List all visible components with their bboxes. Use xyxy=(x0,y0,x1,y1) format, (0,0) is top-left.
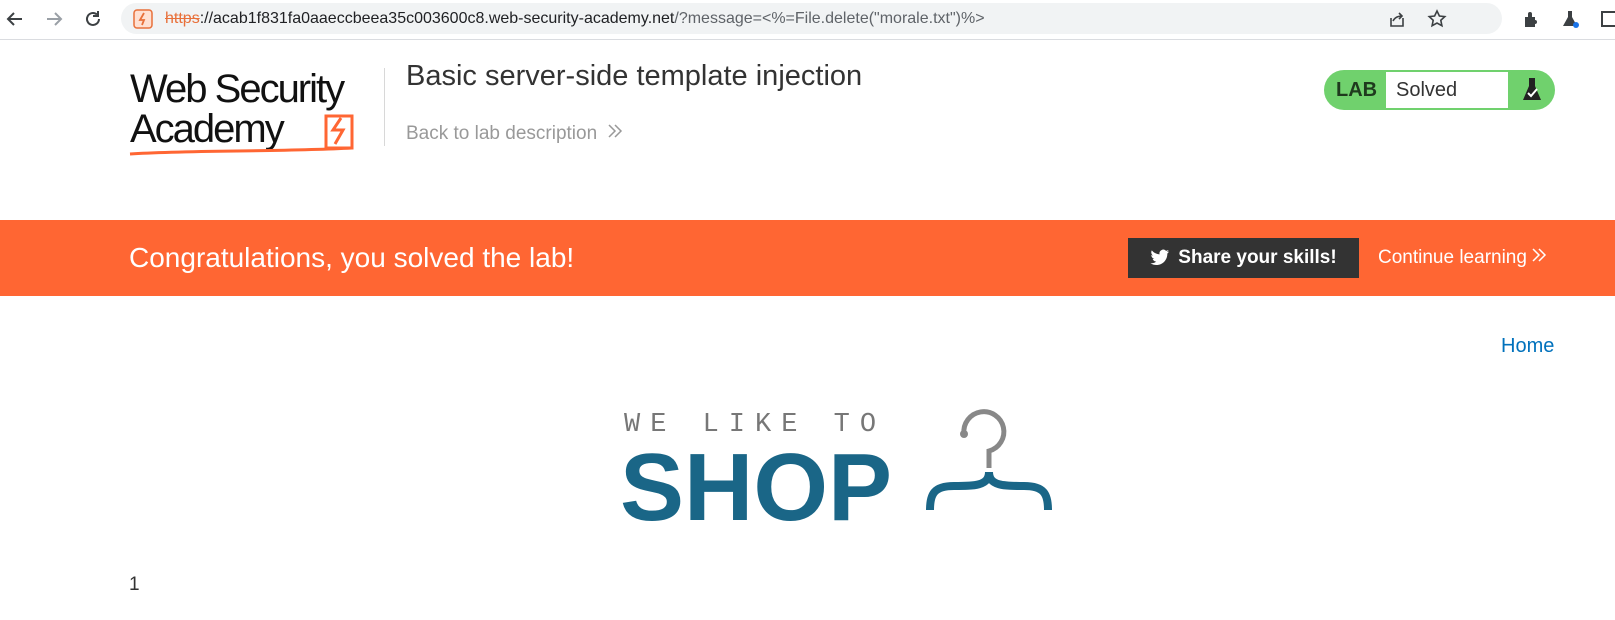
lab-badge: LAB xyxy=(1336,79,1378,101)
address-bar[interactable]: https://acab1f831fa0aaeccbeea35c003600c8… xyxy=(121,3,1502,34)
url-host: ://acab1f831fa0aaeccbeea35c003600c8.web-… xyxy=(199,10,675,27)
hanger-icon xyxy=(914,406,1064,526)
bookmark-star-icon[interactable] xyxy=(1426,8,1448,30)
site-info-icon[interactable] xyxy=(133,9,153,29)
url-text[interactable]: https://acab1f831fa0aaeccbeea35c003600c8… xyxy=(165,10,985,28)
lab-extension-icon[interactable] xyxy=(1558,7,1582,31)
double-chevron-right-icon xyxy=(607,123,623,145)
shop-wordmark: SHOP xyxy=(620,434,893,541)
lab-title: Basic server-side template injection xyxy=(406,60,863,92)
back-link-label: Back to lab description xyxy=(406,123,598,144)
web-security-academy-logo[interactable]: Web Security Academy xyxy=(128,66,373,156)
share-skills-button[interactable]: Share your skills! xyxy=(1128,238,1359,278)
extensions-icon[interactable] xyxy=(1520,7,1544,31)
logo-line2: Academy xyxy=(130,107,285,151)
lab-status-widget: LAB Solved xyxy=(1324,70,1555,110)
url-path: /?message=<%=File.delete("morale.txt")%> xyxy=(674,10,985,27)
congratulations-message: Congratulations, you solved the lab! xyxy=(129,242,575,273)
share-skills-label: Share your skills! xyxy=(1178,247,1337,268)
double-chevron-right-icon xyxy=(1531,247,1547,269)
reload-icon[interactable] xyxy=(80,6,106,32)
back-to-lab-description-link[interactable]: Back to lab description xyxy=(406,123,623,145)
continue-learning-label: Continue learning xyxy=(1378,247,1527,268)
forward-icon[interactable] xyxy=(41,6,67,32)
home-link[interactable]: Home xyxy=(1501,335,1554,358)
back-icon[interactable] xyxy=(2,6,28,32)
lab-status-text: Solved xyxy=(1386,72,1508,108)
browser-toolbar: https://acab1f831fa0aaeccbeea35c003600c8… xyxy=(0,0,1615,40)
we-like-to-shop-logo: WE LIKE TO SHOP xyxy=(620,406,1065,536)
sidebar-icon[interactable] xyxy=(1598,7,1615,31)
url-scheme: https xyxy=(165,10,200,27)
solved-banner: Congratulations, you solved the lab! Sha… xyxy=(0,220,1615,296)
share-icon[interactable] xyxy=(1386,8,1408,30)
template-message-output: 1 xyxy=(129,574,140,595)
logo-line1: Web Security xyxy=(130,67,345,111)
flask-icon xyxy=(1516,74,1548,106)
continue-learning-link[interactable]: Continue learning xyxy=(1378,247,1547,269)
header-divider xyxy=(384,68,385,146)
twitter-icon xyxy=(1150,249,1170,267)
